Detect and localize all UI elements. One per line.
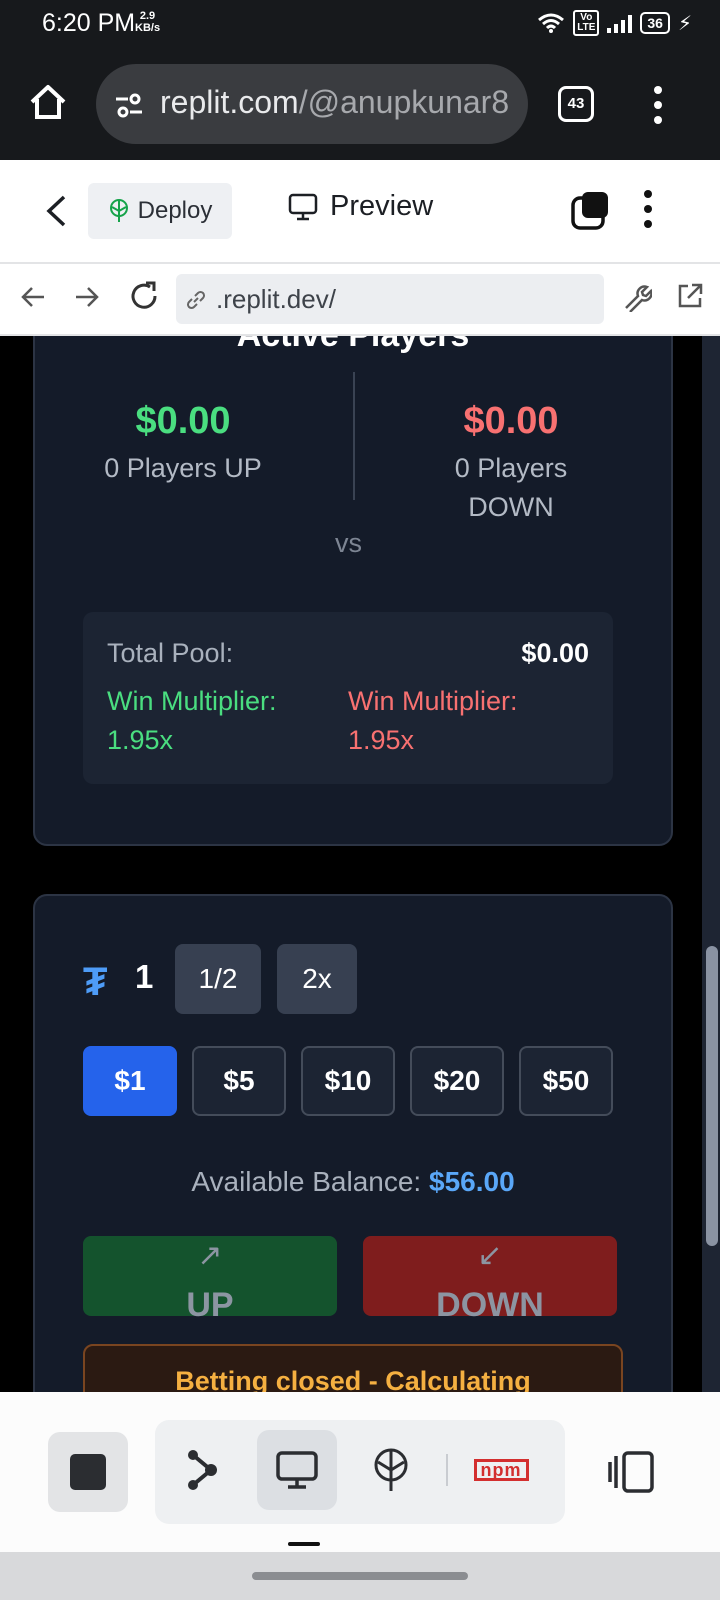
arrow-down-left-icon: ↙ xyxy=(477,1239,503,1272)
up-multiplier-value: 1.95x xyxy=(107,725,174,755)
network-speed: 2.9 KB/s xyxy=(135,10,160,34)
layers-icon[interactable] xyxy=(570,190,610,230)
up-amount: $0.00 xyxy=(135,400,231,442)
preview-tab[interactable]: Preview xyxy=(288,190,433,223)
tool-separator xyxy=(446,1454,448,1486)
balance-value: $56.00 xyxy=(429,1166,515,1197)
git-tool[interactable] xyxy=(161,1430,241,1510)
tool-group: npm xyxy=(155,1420,565,1524)
deployments-tool[interactable] xyxy=(351,1430,431,1510)
tether-icon: ₮ xyxy=(83,960,108,1004)
amount-button-1[interactable]: $1 xyxy=(83,1046,177,1116)
amount-button-5[interactable]: $5 xyxy=(192,1046,286,1116)
volte-badge: Vo LTE xyxy=(573,10,600,36)
replit-header: Deploy Preview xyxy=(0,160,720,264)
stop-icon xyxy=(70,1454,106,1490)
down-amount: $0.00 xyxy=(463,400,559,442)
charging-icon: ⚡ xyxy=(677,12,692,35)
address-bar[interactable]: replit.com/@anupkunar8 xyxy=(96,64,528,144)
scrollbar-thumb[interactable] xyxy=(706,946,718,1246)
arrow-up-right-icon: ↗ xyxy=(197,1239,223,1272)
up-button-label: UP xyxy=(186,1286,234,1324)
bet-quantity: 1 xyxy=(135,958,154,995)
browser-toolbar: replit.com/@anupkunar8 43 xyxy=(0,48,720,160)
tab-count-button[interactable]: 43 xyxy=(558,86,594,122)
double-button[interactable]: 2x xyxy=(277,944,357,1014)
clock: 6:20 PM xyxy=(42,9,136,37)
down-button[interactable]: ↙ DOWN xyxy=(363,1236,617,1324)
vs-divider xyxy=(353,372,355,500)
status-bar: 6:20 PM 2.9 KB/s Vo LTE 36 ⚡ xyxy=(0,0,720,48)
down-players-label: 0 Players DOWN xyxy=(454,453,568,522)
preview-label: Preview xyxy=(330,190,434,222)
down-side: $0.00 0 Players DOWN xyxy=(391,400,631,527)
back-arrow-icon[interactable] xyxy=(20,284,46,310)
preview-tool[interactable] xyxy=(257,1430,337,1510)
gesture-bar xyxy=(0,1552,720,1600)
wifi-icon xyxy=(538,13,565,33)
webview-address-field[interactable]: .replit.dev/ xyxy=(176,274,604,324)
signal-icon xyxy=(607,13,633,33)
bet-card: ₮ 1 1/2 2x $1 $5 $10 $20 $50 Available B… xyxy=(33,894,673,1392)
monitor-icon xyxy=(276,1451,318,1489)
up-button[interactable]: ↗ UP xyxy=(83,1236,337,1324)
panels-icon[interactable] xyxy=(608,1450,656,1494)
url-text: replit.com/@anupkunar8 xyxy=(160,84,520,121)
up-players-label: 0 Players UP xyxy=(104,453,262,483)
down-multiplier-label: Win Multiplier: xyxy=(348,686,518,716)
webview-content: Active Players $0.00 0 Players UP $0.00 … xyxy=(0,336,720,1392)
deploy-icon xyxy=(109,199,128,222)
amount-button-10[interactable]: $10 xyxy=(301,1046,395,1116)
vs-label: vs xyxy=(335,528,362,558)
available-balance: Available Balance: $56.00 xyxy=(35,1166,671,1198)
monitor-icon xyxy=(288,193,318,220)
deploy-tree-icon xyxy=(374,1448,408,1491)
total-pool-value: $0.00 xyxy=(521,638,589,668)
half-button[interactable]: 1/2 xyxy=(175,944,261,1014)
balance-label: Available Balance: xyxy=(191,1166,422,1197)
devtools-wrench-icon[interactable] xyxy=(622,282,652,312)
webview-url-row: .replit.dev/ xyxy=(0,264,720,336)
total-pool-label: Total Pool: xyxy=(107,638,234,668)
link-icon xyxy=(186,290,206,310)
replit-bottom-toolbar: npm xyxy=(0,1392,720,1552)
down-button-label: DOWN xyxy=(436,1286,544,1324)
forward-arrow-icon[interactable] xyxy=(74,284,100,310)
packages-tool[interactable]: npm xyxy=(461,1430,541,1510)
betting-status-banner: Betting closed - Calculating xyxy=(83,1344,623,1392)
git-branch-icon xyxy=(188,1450,217,1490)
amount-button-20[interactable]: $20 xyxy=(410,1046,504,1116)
betting-status-text: Betting closed - Calculating xyxy=(175,1366,531,1392)
deploy-label: Deploy xyxy=(137,197,213,224)
webview-address: .replit.dev/ xyxy=(216,284,336,314)
down-multiplier-value: 1.95x xyxy=(348,725,415,755)
active-players-card: Active Players $0.00 0 Players UP $0.00 … xyxy=(33,336,673,846)
stop-button[interactable] xyxy=(48,1432,128,1512)
npm-icon: npm xyxy=(473,1459,529,1481)
pool-summary: Total Pool: $0.00 Win Multiplier: 1.95x … xyxy=(83,612,613,784)
url-path: /@anupkunar8 xyxy=(298,84,510,120)
amount-button-50[interactable]: $50 xyxy=(519,1046,613,1116)
replit-menu-icon[interactable] xyxy=(644,190,652,235)
battery-icon: 36 xyxy=(640,12,670,34)
network-speed-value: 2.9 xyxy=(139,10,156,22)
open-external-icon[interactable] xyxy=(676,282,704,310)
home-indicator[interactable] xyxy=(252,1572,468,1580)
network-speed-unit: KB/s xyxy=(135,22,161,34)
refresh-icon[interactable] xyxy=(128,280,160,312)
up-side: $0.00 0 Players UP xyxy=(63,400,303,488)
deploy-button[interactable]: Deploy xyxy=(88,183,232,239)
url-domain: replit.com xyxy=(160,84,299,120)
browser-menu-icon[interactable] xyxy=(654,86,662,131)
up-multiplier-label: Win Multiplier: xyxy=(107,686,277,716)
active-players-title: Active Players xyxy=(35,336,671,355)
selected-tool-indicator xyxy=(288,1542,320,1546)
site-settings-icon[interactable] xyxy=(114,90,144,120)
home-icon[interactable] xyxy=(28,82,68,122)
back-chevron-icon[interactable] xyxy=(44,194,68,228)
